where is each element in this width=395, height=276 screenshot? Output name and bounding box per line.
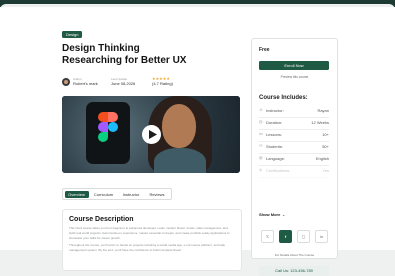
rating-info: ★★★★★ (4.7 Rating) (152, 77, 173, 87)
social-share: 𝕏 f ◻ in (261, 230, 328, 243)
include-label: Duration: (266, 120, 283, 125)
tab-curriculum[interactable]: Curriculum (90, 191, 117, 198)
include-value: Yes (322, 168, 329, 173)
include-label: Lessons: (266, 132, 283, 137)
play-icon (148, 130, 157, 139)
clock-icon: ◷ (259, 119, 263, 124)
figma-logo-icon (86, 102, 130, 164)
update-info: Last Update June 08,2026 (111, 77, 135, 86)
include-value: 50+ (322, 144, 329, 149)
tab-overview[interactable]: Overview (64, 190, 89, 198)
include-value: 10+ (322, 132, 329, 137)
includes-title: Course Includes: (259, 95, 308, 101)
include-value: 12 Weeks (311, 120, 329, 125)
book-icon: ▭ (259, 131, 263, 136)
course-meta: Author Robert's mark Last Update June 08… (62, 77, 242, 89)
category-tag[interactable]: Design (62, 31, 83, 38)
description-paragraph: This Nord course takes you from beginner… (69, 226, 230, 240)
course-price: Free (259, 47, 270, 53)
author-info: Author Robert's mark (73, 77, 98, 86)
instagram-icon[interactable]: ◻ (297, 230, 310, 243)
linkedin-icon[interactable]: in (315, 230, 328, 243)
include-value: Rayan (317, 108, 329, 113)
rating-text: (4.7 Rating) (152, 81, 173, 86)
show-more-button[interactable]: Show More (259, 212, 280, 217)
preview-link[interactable]: Preview this course (252, 75, 337, 79)
include-value: English (315, 156, 329, 161)
globe-icon: ◎ (259, 155, 263, 160)
course-description: Course Description This Nord course take… (62, 209, 242, 271)
students-icon: ⚇ (259, 143, 263, 148)
include-label: Instructor: (266, 108, 284, 113)
facebook-icon[interactable]: f (279, 230, 292, 243)
update-date: June 08,2026 (111, 81, 136, 86)
presenter-shirt (154, 148, 206, 173)
description-paragraph: Throughout the course, you'll work on ha… (69, 243, 225, 252)
details-text: For Details About The Course (274, 253, 315, 257)
course-tabs: Overview Curriculum Instructor Reviews (62, 188, 172, 200)
course-page: Design Design Thinking Researching for B… (0, 7, 395, 276)
call-us-button[interactable]: Call Us: 123-456-789 (259, 266, 329, 276)
course-sidebar: Free Enroll Now Preview this course Cour… (251, 38, 338, 276)
top-header-bar (0, 0, 395, 10)
chevron-down-icon: ⌄ (282, 212, 286, 217)
include-label: Students: (266, 144, 283, 149)
user-icon: ☺ (259, 107, 264, 112)
tab-instructor[interactable]: Instructor (119, 191, 143, 198)
author-name[interactable]: Robert's mark (73, 81, 98, 86)
description-body: This Nord course takes you from beginner… (69, 226, 234, 253)
course-title: Design Thinking Researching for Better U… (62, 43, 187, 66)
course-video[interactable] (62, 96, 240, 173)
author-avatar (62, 78, 70, 86)
play-button[interactable] (142, 125, 161, 144)
include-row-certifications: ◈ Certifications: Yes (259, 165, 329, 178)
include-label: Language: (266, 156, 285, 161)
certificate-icon: ◈ (259, 167, 263, 172)
x-icon[interactable]: 𝕏 (261, 230, 274, 243)
enroll-button[interactable]: Enroll Now (259, 61, 329, 70)
presenter-face (162, 104, 196, 148)
description-title: Course Description (69, 216, 134, 223)
tab-reviews[interactable]: Reviews (145, 191, 169, 198)
include-label: Certifications: (266, 168, 291, 173)
